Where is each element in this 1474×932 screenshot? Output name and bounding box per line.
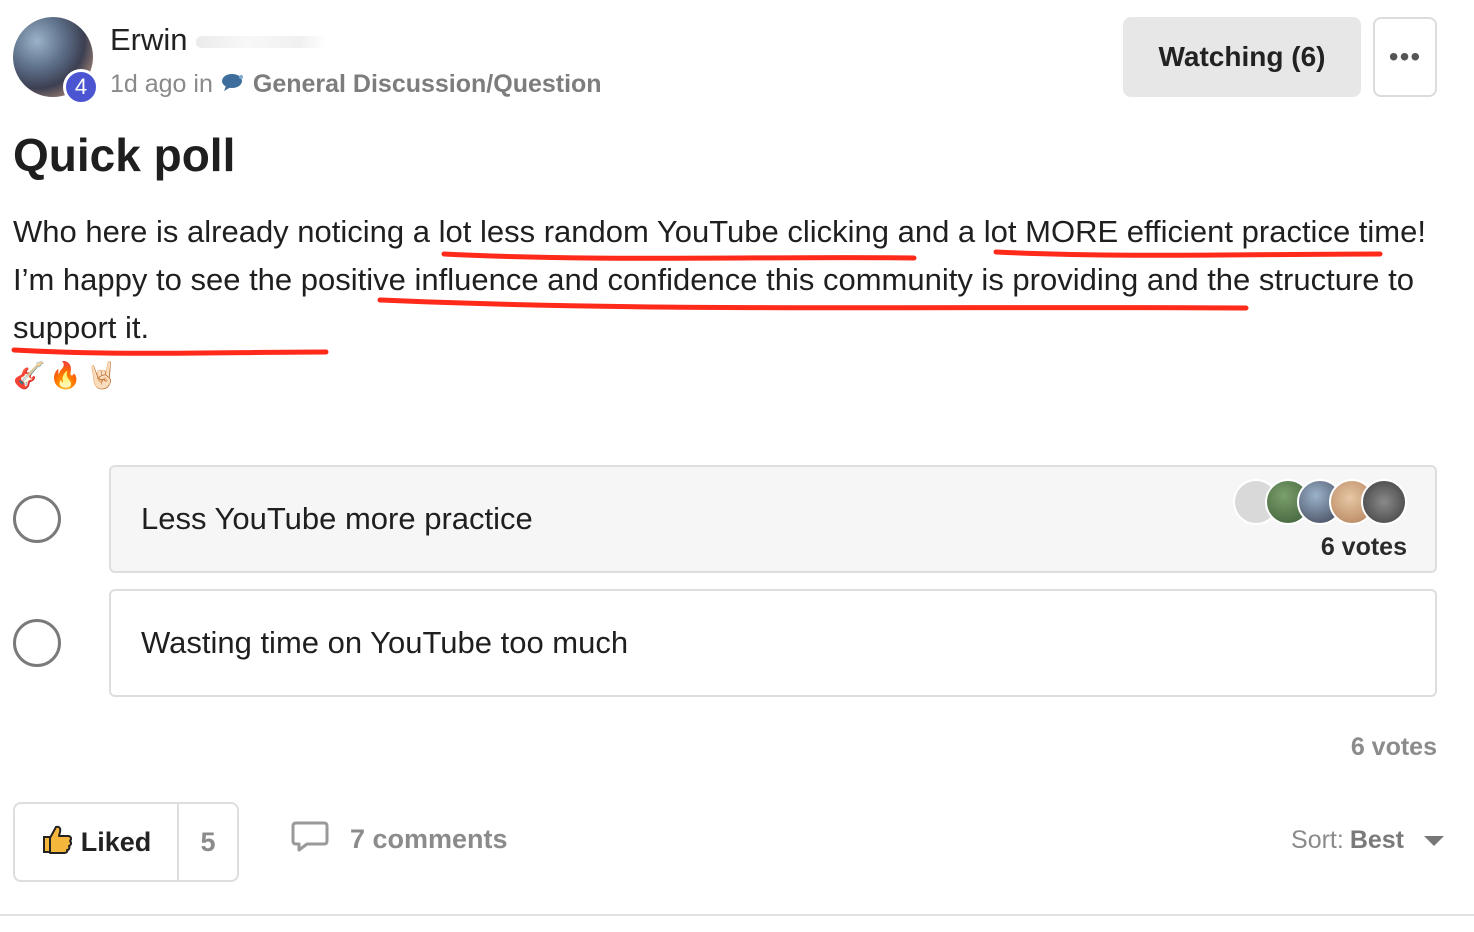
avatar[interactable] [1361, 479, 1407, 525]
sort-value: Best [1349, 826, 1404, 854]
poll-option-1[interactable]: Less YouTube more practice 6 votes [109, 465, 1437, 573]
body-text: Who here is already noticing a [13, 214, 439, 249]
poll-radio-2[interactable] [13, 619, 61, 667]
voter-avatars[interactable] [1233, 479, 1407, 525]
comments-link[interactable]: 7 comments [290, 820, 508, 859]
more-options-button[interactable]: ••• [1373, 17, 1437, 97]
sort-dropdown[interactable]: Sort: Best [1291, 826, 1444, 855]
underlined-phrase: lot MORE efficient practice [983, 214, 1351, 249]
like-button[interactable]: Liked [15, 804, 179, 880]
post-body: Who here is already noticing a lot less … [13, 208, 1433, 352]
thumbs-up-icon [41, 824, 73, 861]
post-time: 1d ago in [110, 70, 213, 98]
redacted-surname [196, 36, 326, 48]
sort-prefix: Sort: [1291, 826, 1344, 854]
speech-bubble-icon [221, 72, 245, 98]
post-title: Quick poll [13, 129, 236, 181]
body-text: and the [1138, 262, 1259, 297]
comments-count: 7 comments [350, 824, 508, 854]
option-vote-count: 6 votes [1320, 533, 1407, 561]
like-group: Liked 5 [13, 802, 239, 882]
category-link[interactable]: General Discussion/Question [253, 70, 602, 99]
body-text: and a [888, 214, 984, 249]
poll-radio-1[interactable] [13, 495, 61, 543]
comment-bubble-icon [290, 820, 330, 859]
underlined-phrase: lot less random YouTube clicking [438, 214, 889, 249]
like-label: Liked [80, 826, 152, 857]
post-meta: 1d ago in General Discussion/Question [110, 70, 602, 99]
author-avatar-wrapper[interactable]: 4 [13, 17, 99, 105]
underlined-phrase: positive influence and confidence this c… [300, 262, 1139, 297]
poll-total-votes: 6 votes [1350, 733, 1437, 761]
poll-option-label: Less YouTube more practice [141, 501, 533, 536]
poll-option-2[interactable]: Wasting time on YouTube too much [109, 589, 1437, 697]
ellipsis-icon: ••• [1388, 41, 1422, 72]
author-name[interactable]: Erwin [110, 22, 188, 58]
watching-button[interactable]: Watching (6) [1123, 17, 1361, 97]
emoji-row: 🎸🔥🤘🏻 [13, 360, 123, 390]
caret-down-icon [1424, 836, 1444, 846]
poll-option-label: Wasting time on YouTube too much [141, 625, 629, 660]
level-badge: 4 [63, 69, 99, 105]
like-count[interactable]: 5 [179, 804, 237, 880]
divider [0, 914, 1474, 916]
